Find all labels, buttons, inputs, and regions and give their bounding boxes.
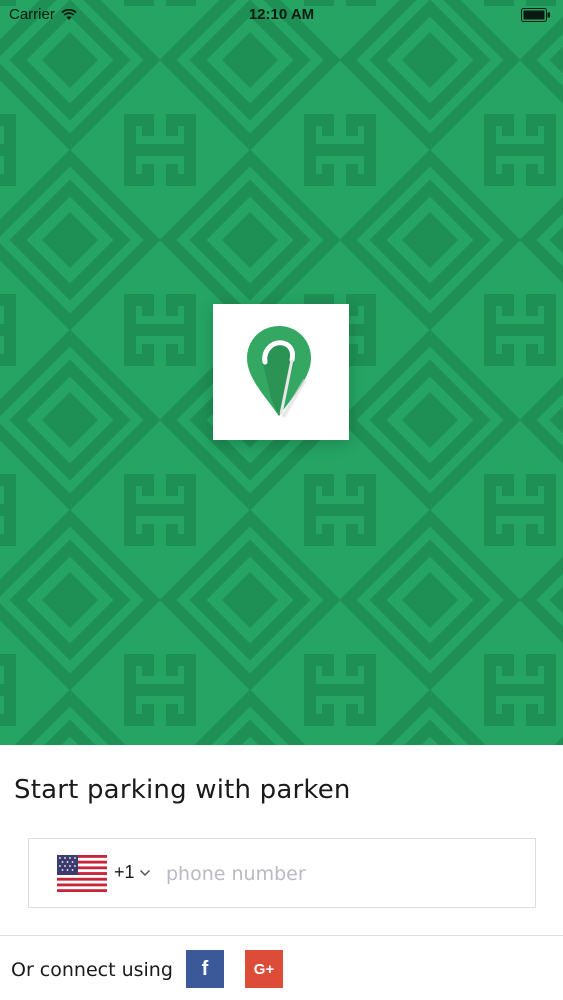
status-time: 12:10 AM <box>248 6 315 23</box>
status-bar: Carrier 12:10 AM <box>0 0 563 30</box>
hero-background: Carrier 12:10 AM <box>0 0 563 745</box>
phone-number-field[interactable]: +1 <box>28 838 536 908</box>
divider <box>0 935 563 936</box>
app-logo <box>213 304 349 440</box>
map-pin-icon <box>247 326 311 419</box>
connect-using-label: Or connect using <box>11 959 173 981</box>
battery-icon <box>521 8 550 22</box>
us-flag-icon[interactable] <box>57 855 107 892</box>
google-plus-login-button[interactable]: G+ <box>245 950 283 988</box>
google-plus-icon: G+ <box>253 960 275 978</box>
dial-code-label: +1 <box>114 862 135 882</box>
phone-number-input[interactable] <box>166 854 506 894</box>
tagline: Start parking with parken <box>14 775 351 805</box>
signup-panel: Start parking with parken +1 phone numbe… <box>0 745 563 1000</box>
country-code-selector[interactable]: +1 <box>114 862 151 883</box>
chevron-down-icon <box>139 869 150 876</box>
facebook-icon: f <box>201 957 209 980</box>
facebook-login-button[interactable]: f <box>186 950 224 988</box>
